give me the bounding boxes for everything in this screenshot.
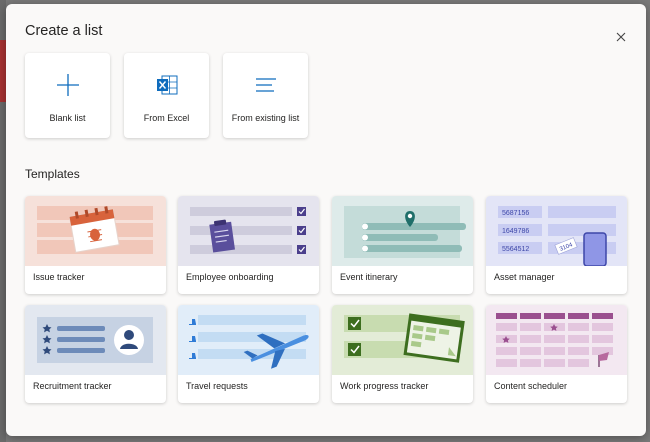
asset-id-3: 5564512 <box>502 246 529 253</box>
event-itinerary-label: Event itinerary <box>340 272 398 282</box>
asset-manager-label: Asset manager <box>494 272 555 282</box>
recruitment-tracker-label: Recruitment tracker <box>33 381 112 391</box>
from-excel-button[interactable]: From Excel <box>124 53 209 138</box>
clipboard-checklist-icon <box>178 196 319 266</box>
work-progress-tracker-label: Work progress tracker <box>340 381 429 391</box>
create-list-dialog: Create a list Blank list From Excel From… <box>6 4 646 436</box>
close-button[interactable] <box>612 28 630 46</box>
airplane-icon <box>178 305 319 375</box>
templates-heading: Templates <box>25 167 80 181</box>
template-issue-tracker[interactable]: Issue tracker <box>25 196 166 294</box>
calendar-flag-icon <box>486 305 627 375</box>
travel-requests-thumbnail <box>178 305 319 375</box>
tablet-tag-icon: 5687156 1649786 5564512 3104 <box>486 196 627 266</box>
event-itinerary-thumbnail <box>332 196 473 266</box>
issue-tracker-thumbnail <box>25 196 166 266</box>
asset-id-2: 1649786 <box>502 228 529 235</box>
from-existing-list-label: From existing list <box>231 113 300 123</box>
work-progress-tracker-thumbnail <box>332 305 473 375</box>
content-scheduler-thumbnail <box>486 305 627 375</box>
template-work-progress-tracker[interactable]: Work progress tracker <box>332 305 473 403</box>
calendar-bug-icon <box>25 196 166 266</box>
employee-onboarding-thumbnail <box>178 196 319 266</box>
asset-manager-thumbnail: 5687156 1649786 5564512 3104 <box>486 196 627 266</box>
blank-list-button[interactable]: Blank list <box>25 53 110 138</box>
board-checklist-icon <box>332 305 473 375</box>
dialog-title: Create a list <box>25 23 103 39</box>
content-scheduler-label: Content scheduler <box>494 381 568 391</box>
asset-id-1: 5687156 <box>502 210 529 217</box>
issue-tracker-label: Issue tracker <box>33 272 85 282</box>
template-asset-manager[interactable]: 5687156 1649786 5564512 3104 Asset manag… <box>486 196 627 294</box>
template-recruitment-tracker[interactable]: Recruitment tracker <box>25 305 166 403</box>
template-event-itinerary[interactable]: Event itinerary <box>332 196 473 294</box>
travel-requests-label: Travel requests <box>186 381 248 391</box>
from-existing-list-button[interactable]: From existing list <box>223 53 308 138</box>
plus-icon <box>56 74 79 96</box>
recruitment-tracker-thumbnail <box>25 305 166 375</box>
template-content-scheduler[interactable]: Content scheduler <box>486 305 627 403</box>
close-icon <box>616 32 626 42</box>
from-excel-label: From Excel <box>143 113 190 123</box>
employee-onboarding-label: Employee onboarding <box>186 272 274 282</box>
blank-list-label: Blank list <box>49 113 86 123</box>
person-profile-icon <box>25 305 166 375</box>
list-lines-icon <box>255 78 276 92</box>
template-employee-onboarding[interactable]: Employee onboarding <box>178 196 319 294</box>
excel-icon <box>156 75 177 95</box>
map-pin-icon <box>332 196 473 266</box>
template-travel-requests[interactable]: Travel requests <box>178 305 319 403</box>
